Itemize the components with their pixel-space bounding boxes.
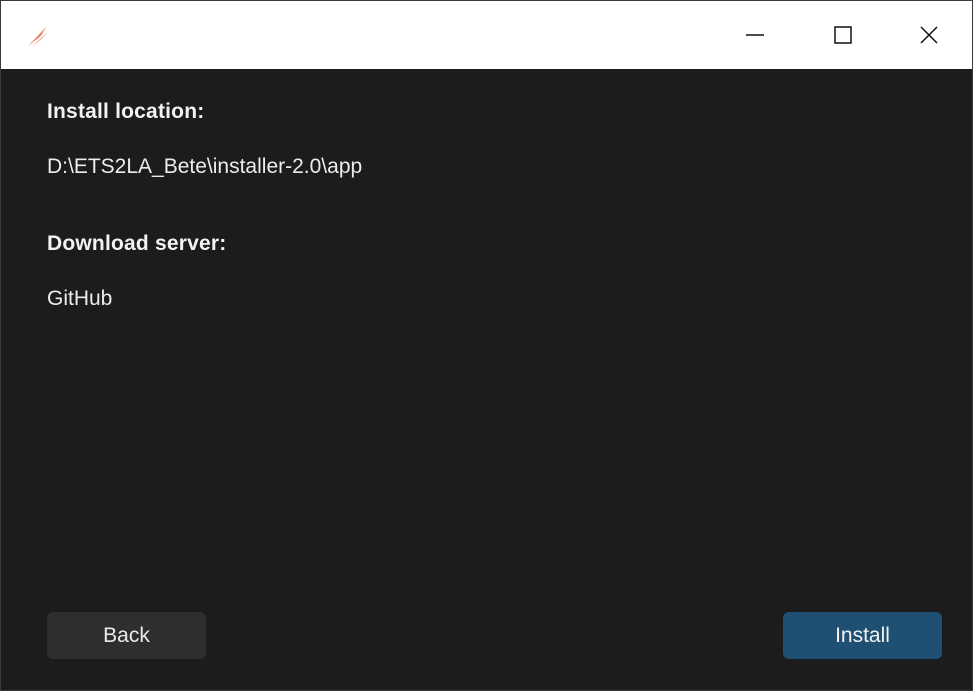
install-location-label: Install location:: [47, 100, 205, 123]
installer-window: Install location: D:\ETS2LA_Bete\install…: [0, 0, 973, 691]
minimize-button[interactable]: [710, 1, 800, 69]
install-button[interactable]: Install: [783, 612, 942, 659]
minimize-icon: [744, 24, 766, 46]
download-server-value: GitHub: [47, 287, 113, 310]
close-icon: [918, 24, 940, 46]
maximize-icon: [832, 24, 854, 46]
back-button[interactable]: Back: [47, 612, 206, 659]
install-location-value: D:\ETS2LA_Bete\installer-2.0\app: [47, 155, 363, 178]
download-server-label: Download server:: [47, 232, 227, 255]
close-button[interactable]: [886, 1, 972, 69]
title-bar[interactable]: [1, 1, 972, 69]
app-logo-icon: [25, 23, 51, 49]
summary-panel: Install location: D:\ETS2LA_Bete\install…: [1, 69, 972, 690]
maximize-button[interactable]: [798, 1, 888, 69]
